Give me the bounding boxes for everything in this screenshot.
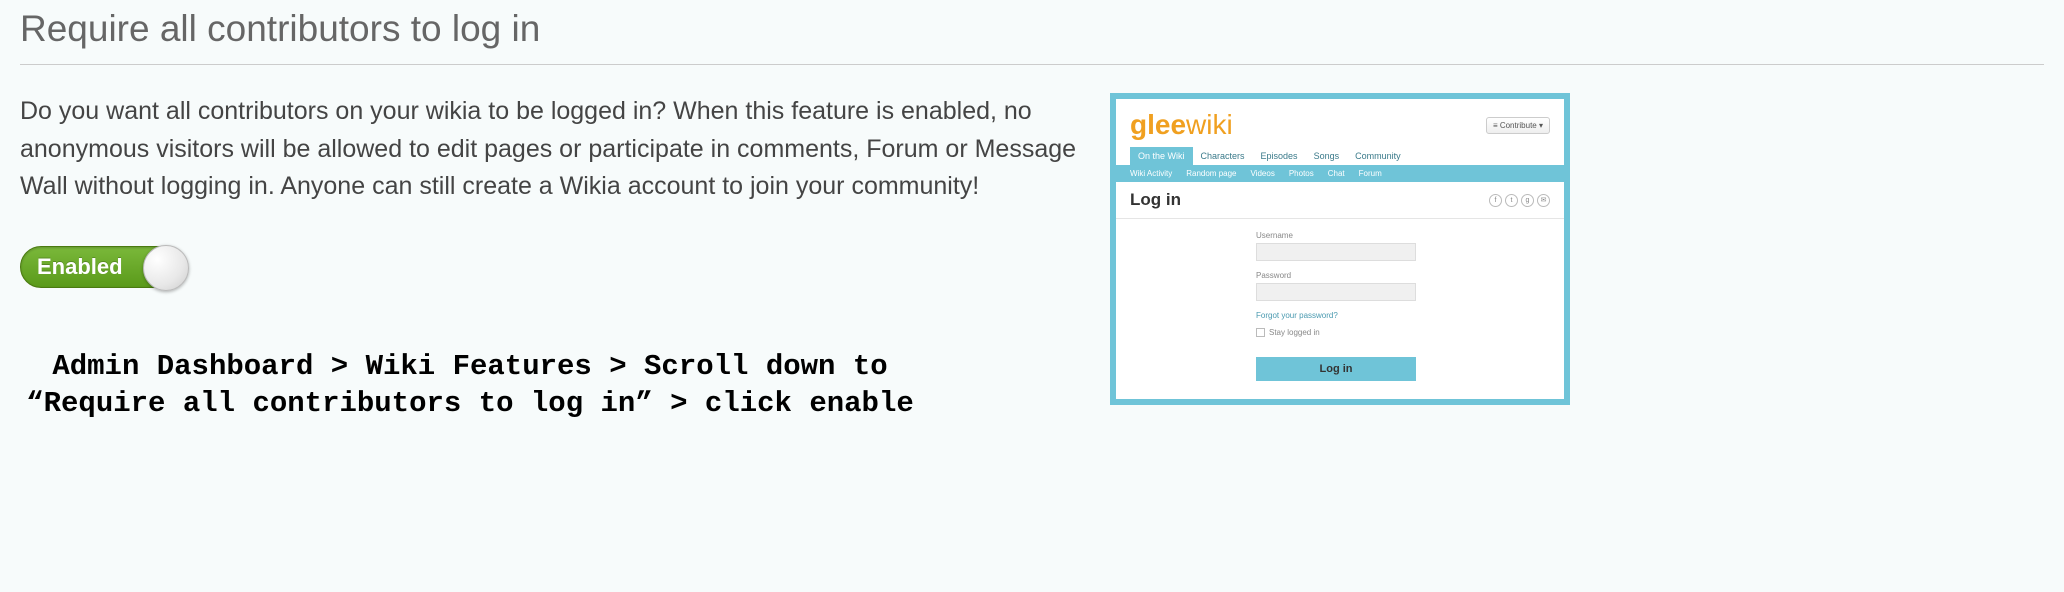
subtab-photos[interactable]: Photos xyxy=(1289,169,1314,178)
logo-prefix: glee xyxy=(1130,109,1186,140)
forgot-password-link[interactable]: Forgot your password? xyxy=(1256,311,1564,320)
logo-suffix: wiki xyxy=(1186,109,1233,140)
username-label: Username xyxy=(1256,231,1564,240)
subtab-wiki-activity[interactable]: Wiki Activity xyxy=(1130,169,1172,178)
feature-title: Require all contributors to log in xyxy=(20,0,2044,65)
tab-episodes[interactable]: Episodes xyxy=(1253,147,1306,165)
tab-community[interactable]: Community xyxy=(1347,147,1409,165)
subtab-random-page[interactable]: Random page xyxy=(1186,169,1236,178)
tabs-row: On the Wiki Characters Episodes Songs Co… xyxy=(1116,141,1564,165)
preview-logo: gleewiki xyxy=(1130,109,1233,141)
contribute-button[interactable]: ≡ Contribute ▾ xyxy=(1486,117,1550,134)
tab-on-the-wiki[interactable]: On the Wiki xyxy=(1130,147,1193,165)
password-field[interactable] xyxy=(1256,283,1416,301)
feature-description: Do you want all contributors on your wik… xyxy=(20,93,1080,206)
tab-songs[interactable]: Songs xyxy=(1306,147,1348,165)
social-icons: f t g ✉ xyxy=(1489,194,1550,207)
preview-screenshot: gleewiki ≡ Contribute ▾ On the Wiki Char… xyxy=(1110,93,1570,405)
email-icon[interactable]: ✉ xyxy=(1537,194,1550,207)
twitter-icon[interactable]: t xyxy=(1505,194,1518,207)
hamburger-icon: ≡ xyxy=(1493,121,1500,130)
tab-characters[interactable]: Characters xyxy=(1193,147,1253,165)
login-button[interactable]: Log in xyxy=(1256,357,1416,381)
subtab-chat[interactable]: Chat xyxy=(1328,169,1345,178)
checkbox-icon[interactable] xyxy=(1256,328,1265,337)
login-heading: Log in xyxy=(1130,190,1181,210)
stay-logged-in[interactable]: Stay logged in xyxy=(1256,328,1564,337)
google-icon[interactable]: g xyxy=(1521,194,1534,207)
toggle-label: Enabled xyxy=(37,254,123,280)
contribute-label: Contribute xyxy=(1500,121,1537,130)
chevron-down-icon: ▾ xyxy=(1537,121,1543,130)
instructions-line-2: “Require all contributors to log in” > c… xyxy=(20,385,920,423)
login-bar: Log in f t g ✉ xyxy=(1116,182,1564,219)
username-field[interactable] xyxy=(1256,243,1416,261)
stay-label: Stay logged in xyxy=(1269,328,1320,337)
left-column: Do you want all contributors on your wik… xyxy=(20,93,1080,423)
instructions-line-1: Admin Dashboard > Wiki Features > Scroll… xyxy=(20,348,920,386)
facebook-icon[interactable]: f xyxy=(1489,194,1502,207)
instructions-text: Admin Dashboard > Wiki Features > Scroll… xyxy=(20,348,920,423)
password-label: Password xyxy=(1256,271,1564,280)
enable-toggle[interactable]: Enabled xyxy=(20,246,188,288)
content-row: Do you want all contributors on your wik… xyxy=(20,93,2044,423)
subtab-videos[interactable]: Videos xyxy=(1251,169,1275,178)
preview-header: gleewiki ≡ Contribute ▾ xyxy=(1116,99,1564,141)
login-form: Username Password Forgot your password? … xyxy=(1116,219,1564,399)
subtabs-row: Wiki Activity Random page Videos Photos … xyxy=(1116,165,1564,182)
subtab-forum[interactable]: Forum xyxy=(1359,169,1382,178)
toggle-knob-icon xyxy=(143,245,189,291)
